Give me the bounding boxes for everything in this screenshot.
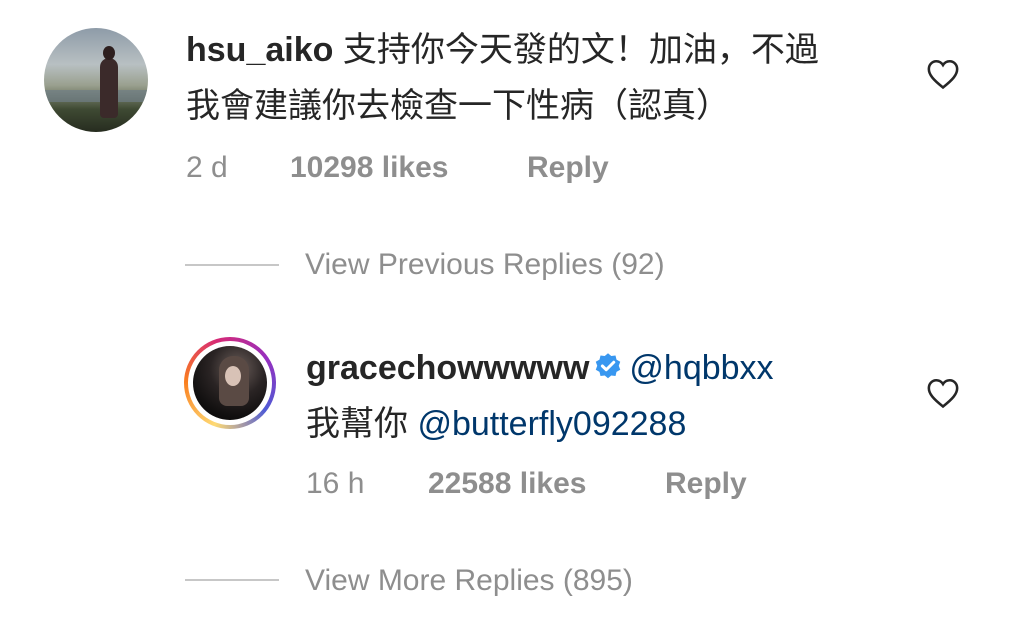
reply-likes[interactable]: 22588 likes <box>428 464 586 504</box>
reply-reply-button[interactable]: Reply <box>665 464 747 504</box>
comment-username[interactable]: hsu_aiko <box>186 31 333 69</box>
reply-text: 我幫你 <box>306 405 408 443</box>
comment-text-line2: 我會建議你去檢查一下性病（認真） <box>186 87 730 125</box>
avatar-figure <box>100 46 118 118</box>
heart-icon[interactable] <box>926 58 960 90</box>
comment-text: 支持你今天發的文！加油，不過 <box>342 31 819 69</box>
reply-text-line2: 我幫你 @butterfly092288 <box>306 402 686 446</box>
comment-text-line1: hsu_aiko 支持你今天發的文！加油，不過 <box>186 28 819 72</box>
view-more-replies-link[interactable]: View More Replies (895) <box>305 561 633 601</box>
divider <box>185 579 279 581</box>
avatar-gracechowwwww[interactable] <box>188 341 272 425</box>
avatar-photo <box>193 346 267 420</box>
view-previous-replies-link[interactable]: View Previous Replies (92) <box>305 245 665 285</box>
comment-reply-button[interactable]: Reply <box>527 148 609 188</box>
comment-likes[interactable]: 10298 likes <box>290 148 448 188</box>
reply-text-line1: gracechowwwww @hqbbxx <box>306 346 774 390</box>
reply-mention-hqbbxx[interactable]: @hqbbxx <box>629 349 773 387</box>
reply-username[interactable]: gracechowwwww <box>306 349 589 387</box>
reply-mention-butterfly[interactable]: @butterfly092288 <box>417 405 686 443</box>
divider <box>185 264 279 266</box>
comment-time: 2 d <box>186 151 228 184</box>
avatar-hsu-aiko[interactable] <box>44 28 148 132</box>
reply-time: 16 h <box>306 467 365 500</box>
heart-icon[interactable] <box>926 377 960 409</box>
verified-badge-icon <box>596 353 621 379</box>
avatar-sea <box>44 90 148 102</box>
avatar-face <box>225 366 241 386</box>
